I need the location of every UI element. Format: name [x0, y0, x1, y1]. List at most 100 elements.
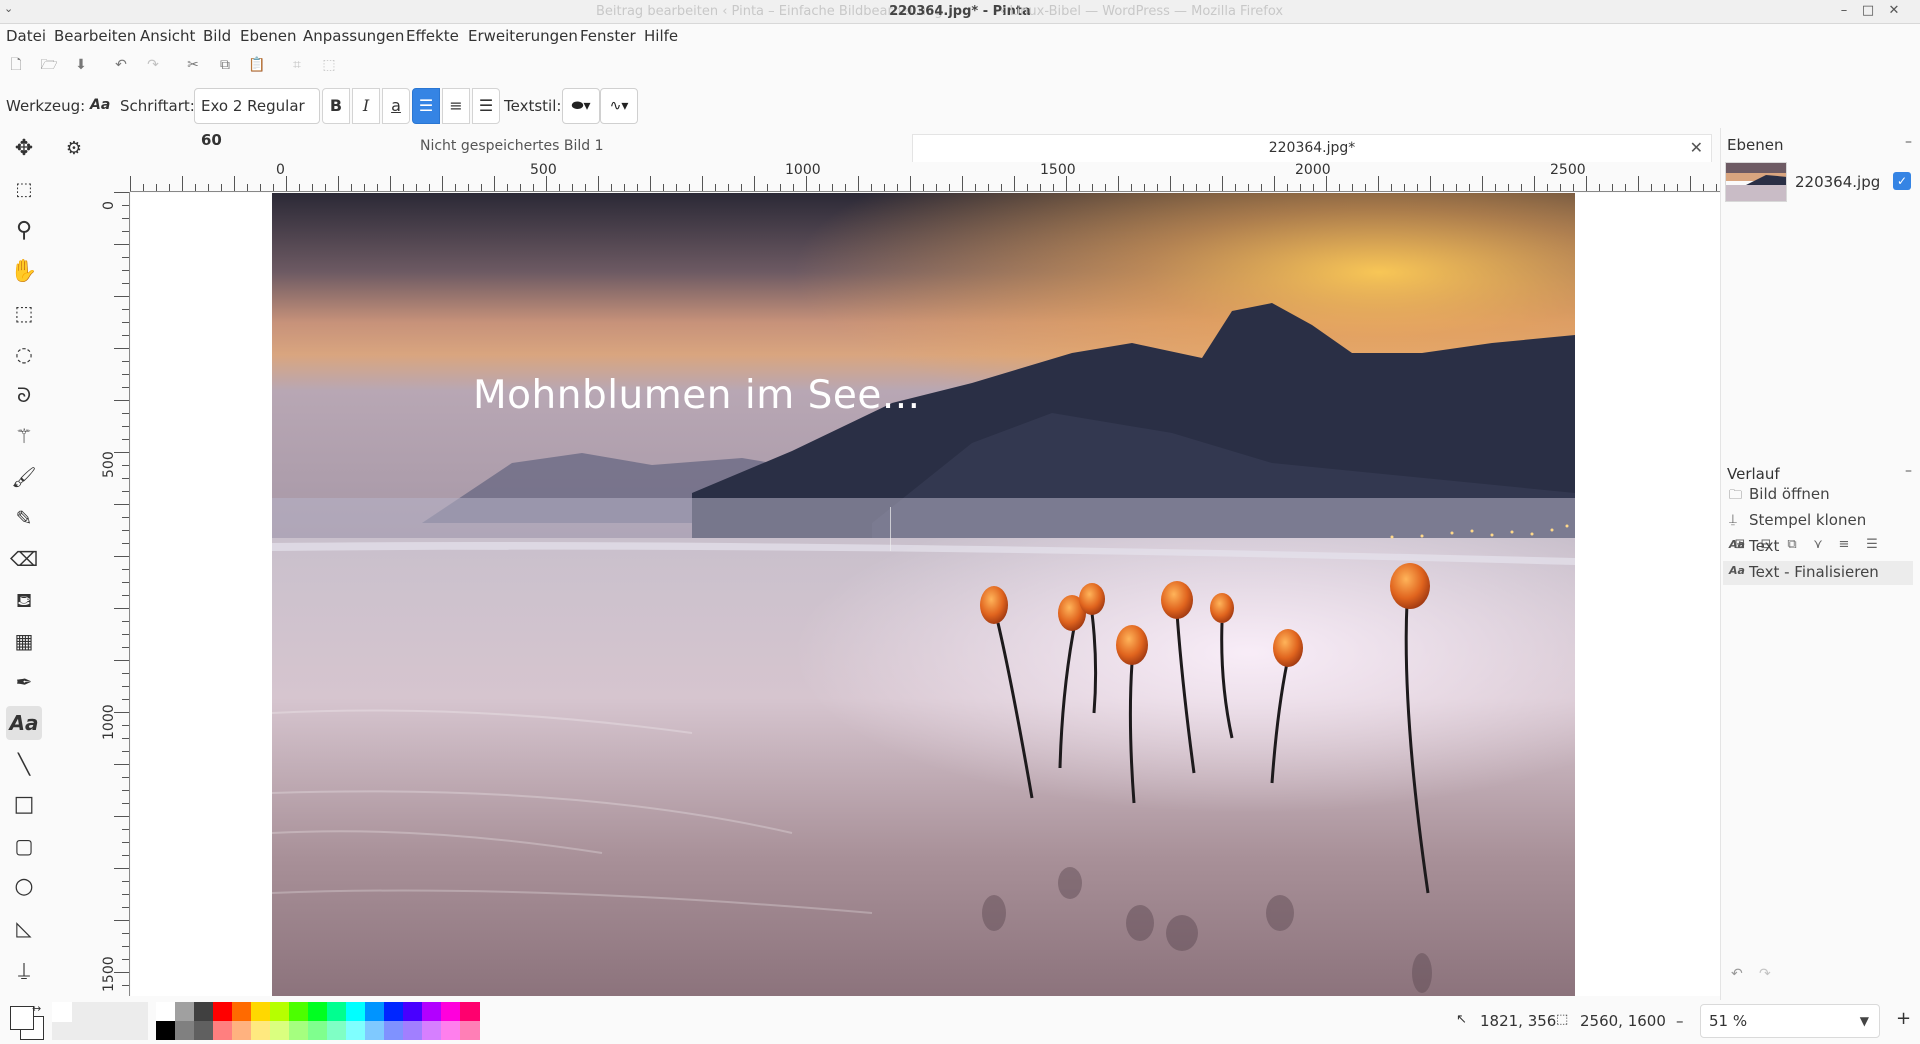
palette-swatch[interactable] — [384, 1021, 404, 1040]
palette-swatch[interactable] — [346, 1021, 366, 1040]
palette-swatch[interactable] — [194, 1002, 214, 1021]
close-tab-icon[interactable]: ✕ — [1690, 138, 1703, 157]
history-redo-icon[interactable]: ↷ — [1759, 966, 1771, 982]
zoom-in-button[interactable]: + — [1896, 1008, 1911, 1029]
maximize-button[interactable]: □ — [1858, 1, 1878, 21]
palette-swatch[interactable] — [175, 1002, 195, 1021]
palette-swatch[interactable] — [232, 1002, 252, 1021]
swap-colors-icon[interactable]: ↔ — [32, 1002, 41, 1015]
italic-button[interactable]: I — [352, 88, 380, 124]
paintbrush-icon[interactable]: 🖌 — [6, 460, 42, 494]
palette-swatch[interactable] — [270, 1002, 290, 1021]
palette-swatch[interactable] — [327, 1002, 347, 1021]
tab-unsaved-image[interactable]: Nicht gespeichertes Bild 1 — [420, 138, 603, 154]
pan-icon[interactable]: ✋ — [6, 255, 42, 289]
history-item-text-finalize[interactable]: Aa Text - Finalisieren — [1723, 561, 1913, 585]
menu-anpassungen[interactable]: Anpassungen — [303, 27, 404, 45]
align-center-button[interactable]: ≡ — [442, 88, 470, 124]
rectangle-icon[interactable]: □ — [6, 788, 42, 822]
undo-icon[interactable]: ↶ — [110, 54, 132, 76]
zoom-out-button[interactable]: – — [1676, 1012, 1684, 1030]
menu-datei[interactable]: Datei — [6, 27, 46, 45]
deselect-icon[interactable]: ⬚ — [318, 54, 340, 76]
palette-swatch[interactable] — [156, 1021, 176, 1040]
palette-swatch[interactable] — [365, 1021, 385, 1040]
lasso-select-icon[interactable]: ᘐ — [6, 378, 42, 412]
palette-swatch[interactable] — [308, 1002, 328, 1021]
palette-swatch[interactable] — [441, 1021, 461, 1040]
move-selected-icon[interactable]: ✥ — [6, 132, 42, 166]
zoom-icon[interactable]: ⚲ — [6, 214, 42, 248]
history-item-open[interactable]: 🗀 Bild öffnen — [1723, 483, 1913, 507]
freeform-icon[interactable]: ◺ — [6, 911, 42, 945]
crop-icon[interactable]: ⌗ — [286, 54, 308, 76]
rectangle-select-icon[interactable]: ⬚ — [6, 296, 42, 330]
palette-swatch[interactable] — [156, 1002, 176, 1021]
canvas-workspace[interactable]: Mohnblumen im See... — [131, 193, 1720, 996]
palette-swatch[interactable] — [175, 1021, 195, 1040]
close-window-button[interactable]: ✕ — [1884, 1, 1904, 21]
rounded-rectangle-icon[interactable]: ▢ — [6, 829, 42, 863]
menu-hilfe[interactable]: Hilfe — [644, 27, 678, 45]
clone-stamp-icon[interactable]: ⍊ — [6, 952, 42, 986]
palette-swatch[interactable] — [194, 1021, 214, 1040]
palette-swatch[interactable] — [403, 1002, 423, 1021]
redo-icon[interactable]: ↷ — [142, 54, 164, 76]
layers-collapse-button[interactable]: – — [1905, 134, 1912, 150]
menu-ansicht[interactable]: Ansicht — [140, 27, 195, 45]
line-icon[interactable]: ╲ — [6, 747, 42, 781]
menu-ebenen[interactable]: Ebenen — [240, 27, 296, 45]
antialiasing-dropdown[interactable]: ∿▾ — [600, 88, 638, 124]
color-picker-icon[interactable]: ✒ — [6, 665, 42, 699]
image-canvas[interactable]: Mohnblumen im See... — [272, 193, 1575, 996]
palette-swatch[interactable] — [365, 1002, 385, 1021]
palette-swatch[interactable] — [327, 1021, 347, 1040]
palette-swatch[interactable] — [441, 1002, 461, 1021]
underline-button[interactable]: a — [382, 88, 410, 124]
move-selection-icon[interactable]: ⚙ — [56, 132, 92, 166]
recent-color-white[interactable] — [52, 1002, 72, 1022]
tab-220364[interactable]: 220364.jpg* ✕ — [912, 134, 1712, 162]
save-icon[interactable]: ⬇ — [70, 54, 92, 76]
menu-bild[interactable]: Bild — [203, 27, 231, 45]
fill-style-dropdown[interactable]: ⬬▾ — [562, 88, 600, 124]
layer-item[interactable]: 220364.jpg ✓ — [1725, 162, 1915, 202]
palette-swatch[interactable] — [460, 1021, 480, 1040]
eraser-icon[interactable]: ⌫ — [6, 542, 42, 576]
layer-visibility-checkbox[interactable]: ✓ — [1893, 172, 1911, 190]
menu-erweiterungen[interactable]: Erweiterungen — [468, 27, 578, 45]
align-left-button[interactable]: ☰ — [412, 88, 440, 124]
menu-fenster[interactable]: Fenster — [580, 27, 636, 45]
align-right-button[interactable]: ☰ — [472, 88, 500, 124]
new-icon[interactable]: 🗋 — [5, 54, 27, 76]
paste-icon[interactable]: 📋 — [246, 54, 268, 76]
ellipse-icon[interactable]: ○ — [6, 870, 42, 904]
minimize-button[interactable]: – — [1834, 1, 1854, 21]
palette-swatch[interactable] — [346, 1002, 366, 1021]
paint-bucket-icon[interactable]: ⛾ — [6, 583, 42, 617]
magic-wand-icon[interactable]: ⚚ — [6, 419, 42, 453]
gradient-icon[interactable]: ▦ — [6, 624, 42, 658]
palette-swatch[interactable] — [422, 1021, 442, 1040]
palette-swatch[interactable] — [251, 1021, 271, 1040]
palette-swatch[interactable] — [384, 1002, 404, 1021]
palette-swatch[interactable] — [270, 1021, 290, 1040]
palette-swatch[interactable] — [422, 1002, 442, 1021]
palette-swatch[interactable] — [289, 1021, 309, 1040]
palette-swatch[interactable] — [213, 1002, 233, 1021]
open-icon[interactable]: 🗁 — [38, 54, 60, 76]
history-collapse-button[interactable]: – — [1905, 463, 1912, 479]
copy-icon[interactable]: ⧉ — [214, 54, 236, 76]
palette-swatch[interactable] — [251, 1002, 271, 1021]
ellipse-select-icon[interactable]: ◌ — [6, 337, 42, 371]
palette-swatch[interactable] — [289, 1002, 309, 1021]
history-item-text[interactable]: Aa Text — [1723, 535, 1913, 559]
palette-swatch[interactable] — [460, 1002, 480, 1021]
cut-icon[interactable]: ✂ — [182, 54, 204, 76]
font-picker-button[interactable]: Exo 2 Regular 60 — [194, 88, 320, 149]
history-undo-icon[interactable]: ↶ — [1731, 966, 1743, 982]
text-icon[interactable]: Aa — [6, 706, 42, 740]
canvas-text-layer[interactable]: Mohnblumen im See... — [473, 373, 921, 418]
primary-color-swatch[interactable] — [10, 1006, 34, 1030]
palette-swatch[interactable] — [232, 1021, 252, 1040]
